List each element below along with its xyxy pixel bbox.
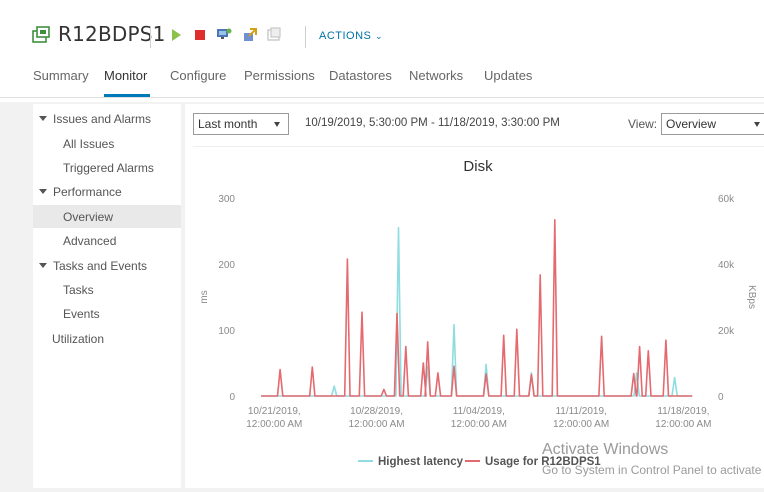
dropdown-arrow-icon (274, 122, 280, 127)
x-tick-label: 11/18/2019, (657, 406, 709, 417)
x-tick-label: 12:00:00 AM (553, 419, 609, 430)
x-tick-label: 12:00:00 AM (246, 419, 302, 430)
series-highest-latency-line (261, 226, 693, 397)
view-select-value: Overview (666, 117, 717, 131)
sidebar-item-triggered-alarms[interactable]: Triggered Alarms (63, 161, 154, 175)
y-tick-label: 100 (218, 326, 235, 337)
y-axis-label: ms (199, 290, 210, 303)
y2-axis-label: KBps (746, 285, 757, 309)
activate-windows-watermark: Activate Windows Go to System in Control… (542, 441, 761, 477)
tabs-divider (0, 97, 764, 98)
caret-down-icon[interactable] (39, 263, 47, 268)
sidebar-nav: Issues and Alarms All Issues Triggered A… (33, 104, 181, 488)
x-tick-label: 12:00:00 AM (451, 419, 507, 430)
toolbar-divider (305, 26, 306, 48)
x-tick-label: 11/04/2019, (453, 406, 505, 417)
snapshot-icon[interactable] (266, 27, 282, 43)
actions-menu-button[interactable]: ACTIONS ⌄ (319, 30, 383, 42)
sidebar-item-advanced[interactable]: Advanced (63, 234, 116, 248)
y-tick-label: 300 (218, 194, 235, 205)
x-tick-label: 10/21/2019, (248, 406, 301, 417)
tab-configure[interactable]: Configure (170, 68, 226, 83)
view-label: View: (628, 117, 658, 131)
sidebar-item-all-issues[interactable]: All Issues (63, 137, 114, 151)
performance-panel: Last month 10/19/2019, 5:30:00 PM - 11/1… (185, 104, 764, 488)
y2-tick-label: 40k (718, 260, 735, 271)
toolbar-divider (150, 26, 151, 48)
series-usage-line (261, 219, 693, 397)
y2-tick-label: 60k (718, 194, 735, 205)
tab-networks[interactable]: Networks (409, 68, 463, 83)
x-tick-label: 11/11/2019, (555, 406, 606, 417)
sidebar-group-tasks-and-events[interactable]: Tasks and Events (53, 259, 147, 273)
x-tick-label: 12:00:00 AM (348, 419, 404, 430)
migrate-icon[interactable] (242, 27, 258, 43)
time-range-text: 10/19/2019, 5:30:00 PM - 11/18/2019, 3:3… (305, 117, 560, 129)
watermark-title: Activate Windows (542, 441, 669, 458)
legend-label-highest-latency: Highest latency (378, 456, 464, 468)
sidebar-group-issues-and-alarms[interactable]: Issues and Alarms (53, 112, 151, 126)
vm-icon (32, 26, 50, 43)
view-select[interactable]: Overview (661, 113, 764, 135)
y-tick-label: 0 (229, 392, 235, 403)
dropdown-arrow-icon (754, 122, 760, 127)
y2-tick-label: 20k (718, 326, 735, 337)
y-tick-label: 200 (218, 260, 235, 271)
disk-chart-area: Disk 0 100 200 300 0 20k 40k 60k ms KBps 10/21/2019… (193, 146, 764, 488)
chevron-down-icon: ⌄ (374, 31, 384, 41)
y2-tick-label: 0 (718, 392, 724, 403)
actions-label: ACTIONS (319, 30, 372, 42)
disk-chart: Disk 0 100 200 300 0 20k 40k 60k ms KBps 10/21/2019… (199, 158, 757, 468)
caret-down-icon[interactable] (39, 189, 47, 194)
tab-updates[interactable]: Updates (484, 68, 532, 83)
sidebar-item-overview[interactable]: Overview (63, 210, 113, 224)
period-select-value: Last month (198, 117, 258, 131)
tab-monitor[interactable]: Monitor (104, 68, 147, 83)
console-icon[interactable] (216, 27, 232, 43)
caret-down-icon[interactable] (39, 116, 47, 121)
sidebar-item-utilization[interactable]: Utilization (52, 332, 104, 346)
sidebar-item-events[interactable]: Events (63, 307, 100, 321)
power-off-icon[interactable] (192, 27, 208, 43)
chart-title: Disk (463, 158, 493, 175)
period-select[interactable]: Last month (193, 113, 289, 135)
power-on-icon[interactable] (168, 27, 184, 43)
tab-datastores[interactable]: Datastores (329, 68, 392, 83)
watermark-subtitle: Go to System in Control Panel to activat… (542, 463, 762, 477)
header-bar: R12BDPS1 ACTIONS ⌄ Summary Monitor Confi… (0, 0, 764, 102)
sidebar-group-performance[interactable]: Performance (53, 185, 122, 199)
tab-summary[interactable]: Summary (33, 68, 89, 83)
x-tick-label: 12:00:00 AM (655, 419, 711, 430)
sidebar-item-tasks[interactable]: Tasks (63, 283, 94, 297)
tab-permissions[interactable]: Permissions (244, 68, 315, 83)
x-tick-label: 10/28/2019, (350, 406, 403, 417)
